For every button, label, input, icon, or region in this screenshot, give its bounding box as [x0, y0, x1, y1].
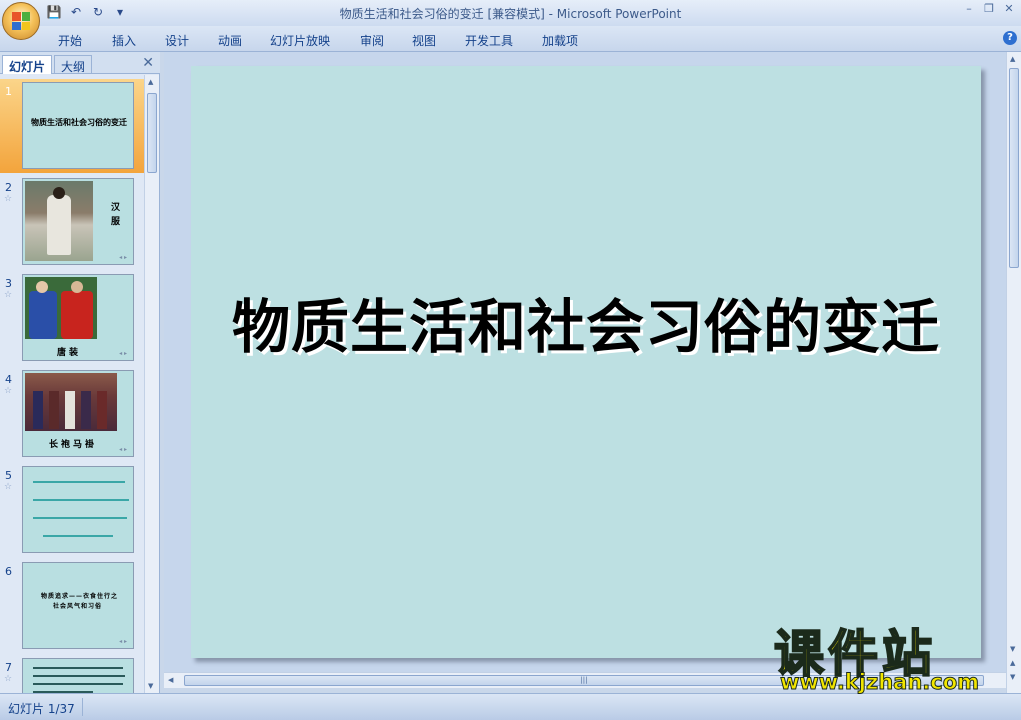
text-line — [33, 499, 129, 501]
text-line — [33, 675, 125, 677]
thumbnail-label: 长袍马褂 — [49, 440, 98, 450]
thumbnail-scrollbar[interactable]: ▲ ▼ — [144, 75, 159, 693]
main-vertical-scrollbar[interactable]: ▲ ▼ ▲ ▼ — [1006, 52, 1021, 693]
tab-addins[interactable]: 加载项 — [542, 32, 578, 49]
slide-thumbnail[interactable]: 物质追求——衣食住行之 社会风气和习俗 ◂ ▸ — [22, 562, 134, 649]
thumbnail-row[interactable]: 1 物质生活和社会习俗的变迁 — [0, 79, 144, 173]
minimize-icon[interactable]: – — [963, 3, 975, 15]
tab-review[interactable]: 审阅 — [360, 32, 384, 49]
tab-developer[interactable]: 开发工具 — [465, 32, 513, 49]
close-icon[interactable]: ✕ — [142, 55, 154, 71]
scroll-left-icon[interactable]: ◀ — [168, 676, 173, 684]
animation-star-icon: ☆ — [4, 674, 13, 684]
thumbnail-nav-icon: ◂ ▸ — [119, 254, 127, 261]
slide-thumbnail[interactable]: 汉服 ◂ ▸ — [22, 178, 134, 265]
window-title: 物质生活和社会习俗的变迁 [兼容模式] - Microsoft PowerPoi… — [339, 7, 682, 21]
current-slide[interactable]: 物质生活和社会习俗的变迁 — [191, 66, 981, 658]
thumbnail-row[interactable]: 6 物质追求——衣食住行之 社会风气和习俗 ◂ ▸ — [0, 559, 144, 653]
thumbnail-list: 1 物质生活和社会习俗的变迁 2 ☆ 汉服 ◂ ▸ 3 ☆ 唐装 ◂ ▸ 4 ☆… — [0, 75, 144, 693]
office-logo-icon — [12, 12, 30, 30]
slide-thumbnail[interactable] — [22, 466, 134, 553]
restore-icon[interactable]: ❐ — [983, 3, 995, 15]
tab-design[interactable]: 设计 — [165, 32, 189, 49]
hanfu-photo — [25, 181, 93, 261]
watermark-url: www.kjzhan.com — [779, 670, 980, 695]
text-line — [33, 517, 127, 519]
title-bar: 💾 ↶ ↻ ▾ 物质生活和社会习俗的变迁 [兼容模式] - Microsoft … — [0, 0, 1021, 26]
slide-number: 1 — [5, 85, 12, 98]
slide-thumbnail[interactable]: 唐装 ◂ ▸ — [22, 274, 134, 361]
scroll-down-icon[interactable]: ▼ — [1010, 645, 1015, 653]
thumbnail-label: 唐装 — [57, 348, 82, 358]
text-line — [33, 683, 123, 685]
tab-home[interactable]: 开始 — [58, 32, 82, 49]
text-line — [33, 667, 123, 669]
thumbnail-row[interactable]: 7 ☆ — [0, 655, 144, 693]
thumbnail-row[interactable]: 5 ☆ — [0, 463, 144, 557]
help-icon[interactable]: ? — [1003, 31, 1017, 45]
thumbnail-row[interactable]: 4 ☆ 长袍马褂 ◂ ▸ — [0, 367, 144, 461]
animation-star-icon: ☆ — [4, 386, 13, 396]
text-line — [43, 535, 113, 537]
thumbnail-title: 物质生活和社会习俗的变迁 — [31, 118, 127, 127]
slide-thumbnail[interactable]: 长袍马褂 ◂ ▸ — [22, 370, 134, 457]
thumbnail-line-2: 社会风气和习俗 — [53, 603, 103, 610]
status-bar: 幻灯片 1/37 — [0, 693, 1021, 720]
thumbnail-row[interactable]: 2 ☆ 汉服 ◂ ▸ — [0, 175, 144, 269]
slides-panel: 幻灯片 大纲 ✕ 1 物质生活和社会习俗的变迁 2 ☆ 汉服 ◂ ▸ 3 ☆ 唐… — [0, 52, 160, 693]
slide-indicator: 幻灯片 1/37 — [8, 702, 75, 716]
next-slide-icon[interactable]: ▼ — [1010, 673, 1015, 681]
tab-slideshow[interactable]: 幻灯片放映 — [270, 32, 330, 49]
close-icon[interactable]: ✕ — [1003, 3, 1015, 15]
thumbnail-row[interactable]: 3 ☆ 唐装 ◂ ▸ — [0, 271, 144, 365]
tab-view[interactable]: 视图 — [412, 32, 436, 49]
animation-star-icon: ☆ — [4, 482, 13, 492]
slide-title[interactable]: 物质生活和社会习俗的变迁 — [191, 280, 981, 364]
tab-insert[interactable]: 插入 — [112, 32, 136, 49]
changpao-photo — [25, 373, 117, 431]
scrollbar-thumb[interactable] — [147, 93, 157, 173]
thumbnail-nav-icon: ◂ ▸ — [119, 350, 127, 357]
tangzhuang-photo — [25, 277, 97, 339]
slide-number: 5 — [5, 469, 12, 482]
text-line — [33, 481, 125, 483]
thumbnail-nav-icon: ◂ ▸ — [119, 446, 127, 453]
status-separator — [82, 698, 83, 716]
tab-animation[interactable]: 动画 — [218, 32, 242, 49]
ribbon-tabs: 开始 插入 设计 动画 幻灯片放映 审阅 视图 开发工具 加载项 ? — [0, 26, 1021, 52]
scrollbar-thumb[interactable] — [1009, 68, 1019, 268]
slide-number: 7 — [5, 661, 12, 674]
slide-thumbnail[interactable] — [22, 658, 134, 693]
tab-outline[interactable]: 大纲 — [54, 55, 93, 74]
slide-number: 2 — [5, 181, 12, 194]
animation-star-icon: ☆ — [4, 194, 13, 204]
scroll-up-icon[interactable]: ▲ — [148, 78, 153, 86]
office-button[interactable] — [2, 2, 40, 40]
thumbnail-nav-icon: ◂ ▸ — [119, 638, 127, 645]
slide-number: 3 — [5, 277, 12, 290]
thumbnail-label: 汉服 — [111, 203, 124, 227]
slide-editing-area: 物质生活和社会习俗的变迁 — [164, 52, 1006, 672]
slide-number: 4 — [5, 373, 12, 386]
tab-slides[interactable]: 幻灯片 — [2, 55, 53, 74]
scroll-down-icon[interactable]: ▼ — [148, 682, 153, 690]
thumbnail-line-1: 物质追求——衣食住行之 — [41, 593, 119, 600]
watermark: 课件站 www.kjzhan.com — [770, 614, 1010, 696]
animation-star-icon: ☆ — [4, 290, 13, 300]
scroll-up-icon[interactable]: ▲ — [1010, 55, 1015, 63]
previous-slide-icon[interactable]: ▲ — [1010, 659, 1015, 667]
slide-number: 6 — [5, 565, 12, 578]
slide-thumbnail[interactable]: 物质生活和社会习俗的变迁 — [22, 82, 134, 169]
